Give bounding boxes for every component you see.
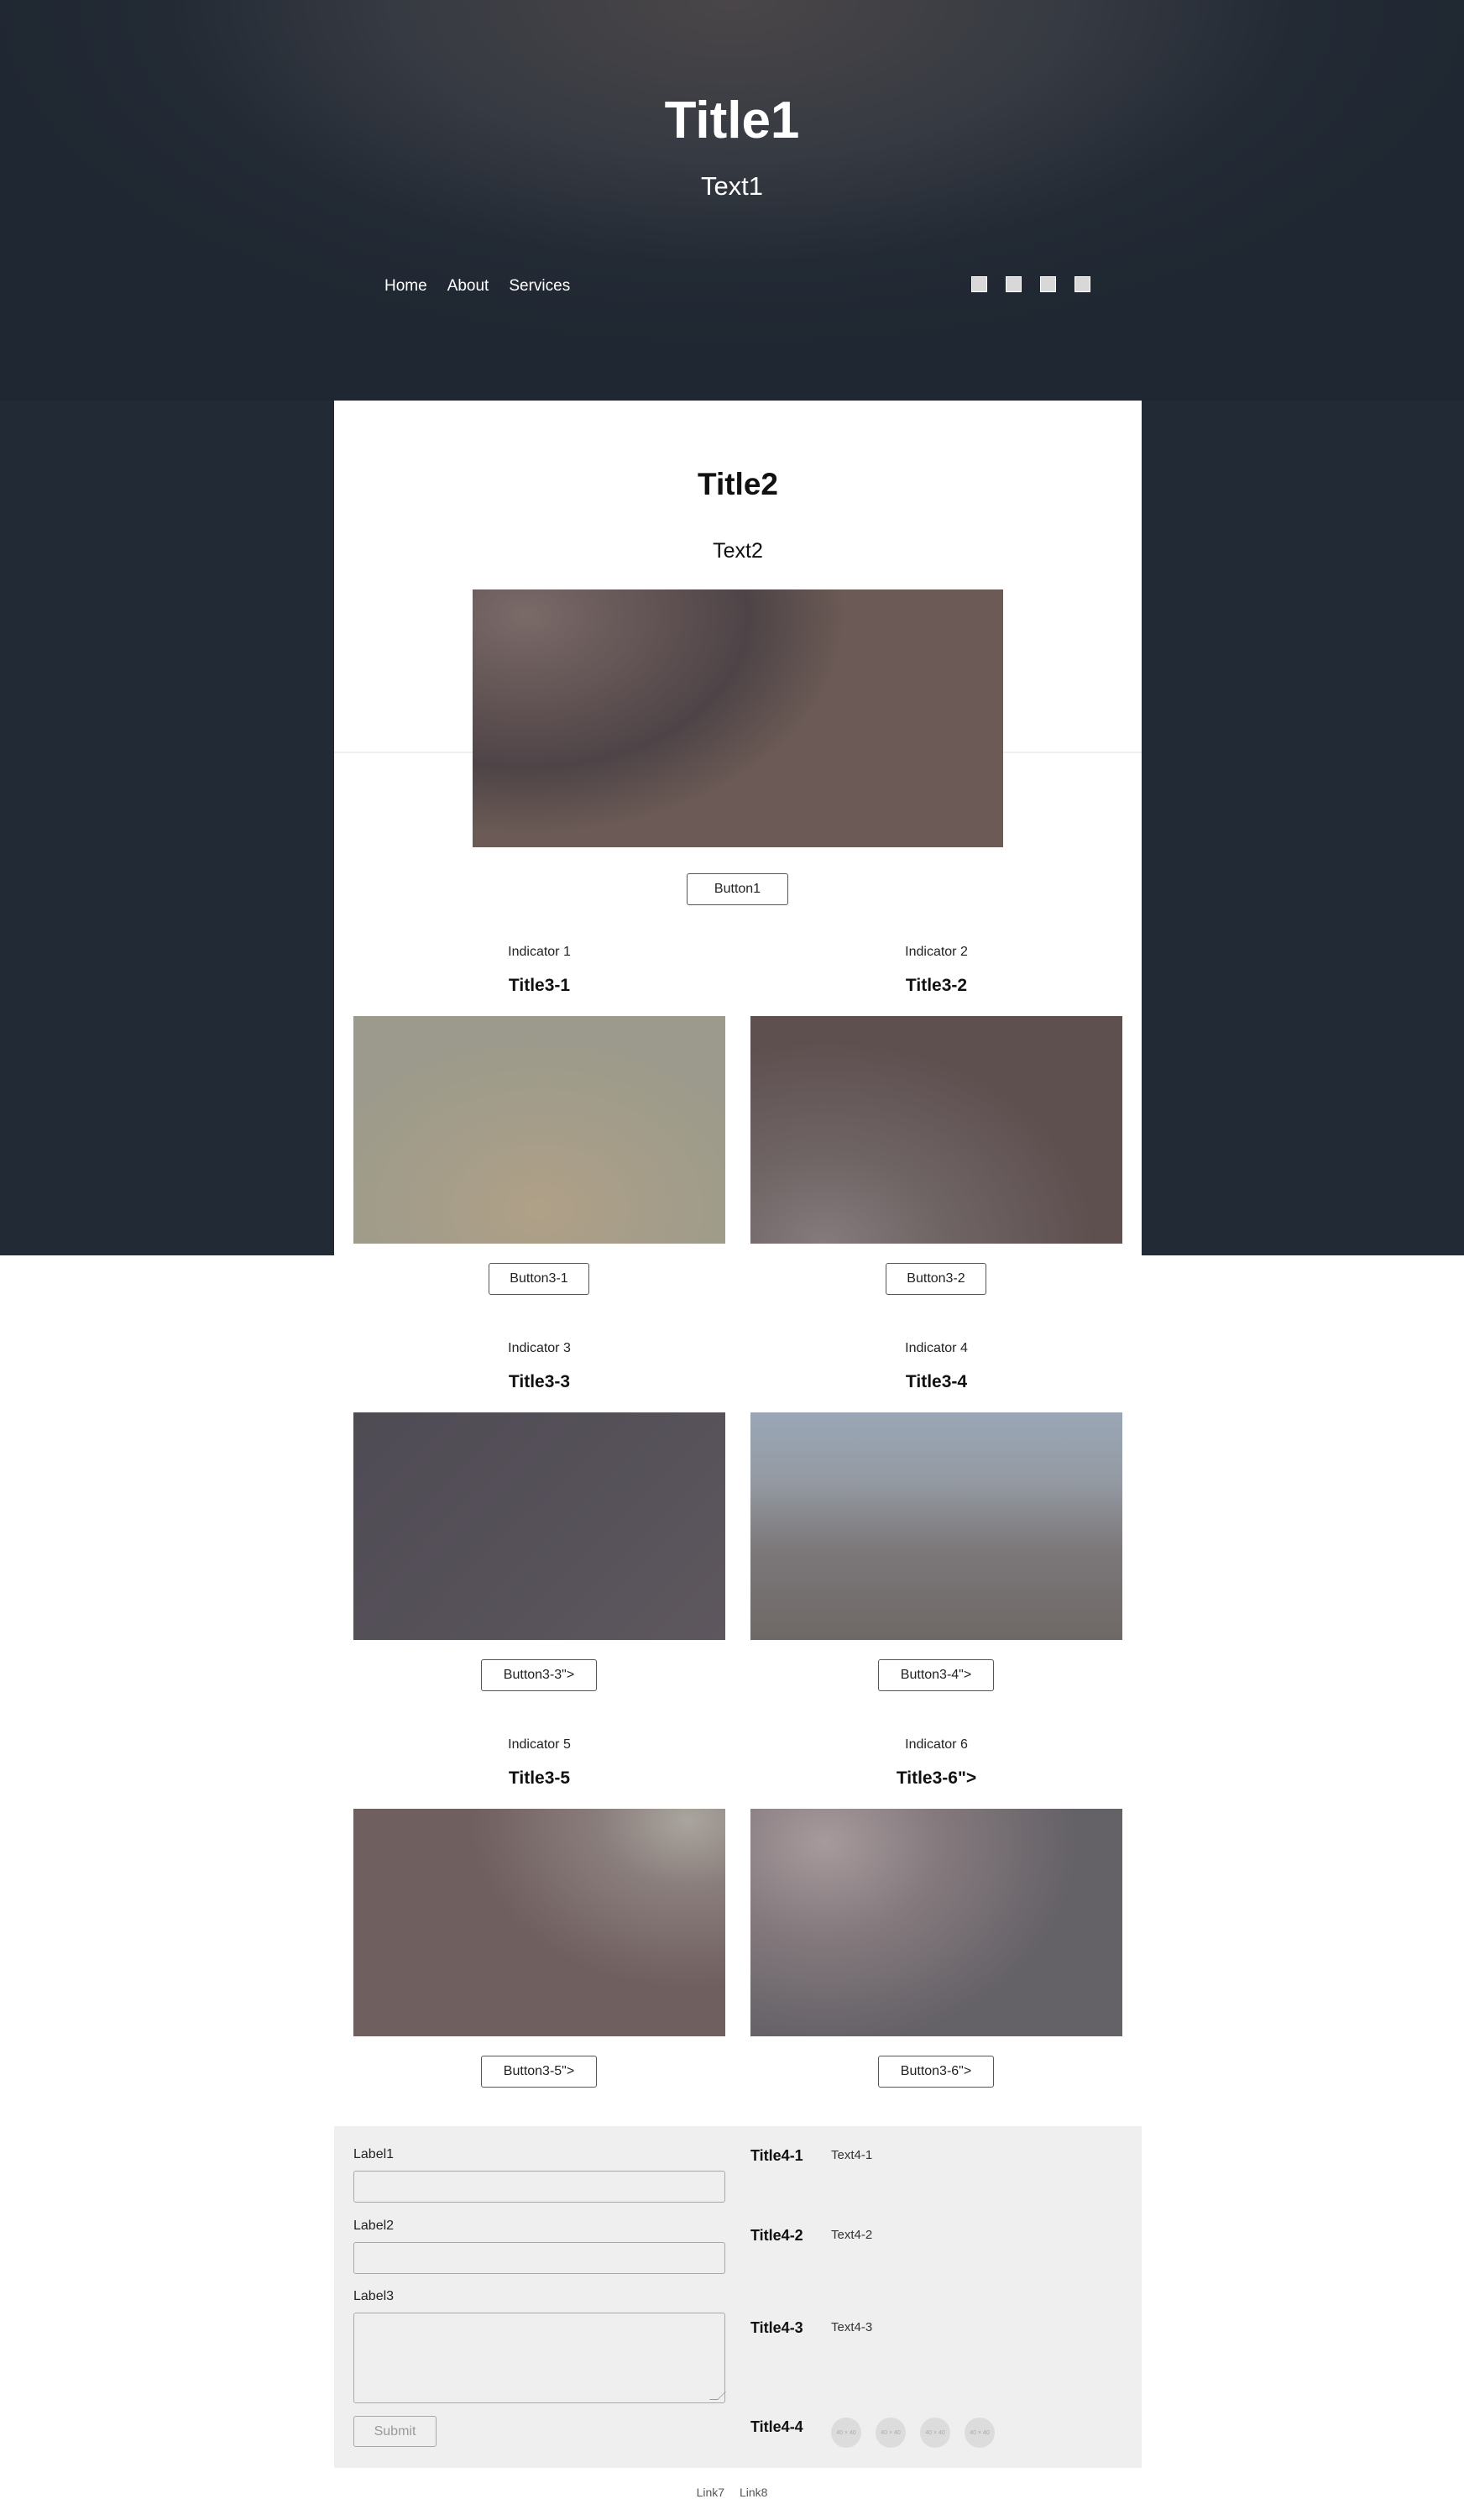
form-label: Label1 <box>353 2147 395 2161</box>
card-button[interactable]: Button3-4"> <box>878 1659 994 1691</box>
social-icon-1[interactable] <box>971 276 987 292</box>
info-text: Text4-1 <box>831 2148 873 2162</box>
avatar-placeholder[interactable]: 40 × 40 <box>965 2418 995 2448</box>
info-text: Text4-2 <box>831 2228 873 2242</box>
badge-row: 40 × 40 40 × 40 40 × 40 40 × 40 <box>831 2418 995 2448</box>
card-indicator: Indicator 5 <box>508 1737 571 1752</box>
card-title: Title3-1 <box>508 976 571 995</box>
card-button[interactable]: Button3-1 <box>489 1263 589 1295</box>
hero-title: Title1 <box>664 92 800 149</box>
card-button[interactable]: Button3-3"> <box>481 1659 597 1691</box>
footer-link-7[interactable]: Link7 <box>697 2486 724 2499</box>
card-indicator: Indicator 3 <box>508 1341 571 1355</box>
hero-text: Text1 <box>700 171 764 201</box>
input-field-2[interactable] <box>353 2242 725 2274</box>
textarea-field[interactable] <box>353 2313 726 2403</box>
card-image <box>353 1809 725 2036</box>
card-title: Title3-4 <box>905 1372 968 1391</box>
info-title: Title4-3 <box>750 2319 803 2336</box>
social-links <box>971 276 1090 292</box>
nav-services[interactable]: Services <box>509 277 570 296</box>
card-image <box>750 1016 1122 1244</box>
form-label: Label3 <box>353 2289 395 2303</box>
resize-handle-icon[interactable] <box>709 2392 726 2400</box>
submit-button[interactable]: Submit <box>353 2416 437 2447</box>
info-title: Title4-2 <box>750 2227 803 2244</box>
card-title: Title3-6"> <box>896 1768 977 1788</box>
card-indicator: Indicator 1 <box>508 945 571 959</box>
section-title: Title2 <box>698 467 778 501</box>
avatar-placeholder[interactable]: 40 × 40 <box>831 2418 861 2448</box>
info-title: Title4-1 <box>750 2147 803 2164</box>
card-image <box>750 1809 1122 2036</box>
info-title: Title4-4 <box>750 2418 803 2435</box>
card-button[interactable]: Button3-5"> <box>481 2056 597 2088</box>
avatar-placeholder[interactable]: 40 × 40 <box>920 2418 950 2448</box>
social-icon-2[interactable] <box>1006 276 1022 292</box>
info-text: Text4-3 <box>831 2320 873 2334</box>
card-image <box>353 1412 725 1640</box>
social-icon-3[interactable] <box>1040 276 1056 292</box>
card-button[interactable]: Button3-6"> <box>878 2056 994 2088</box>
nav-home[interactable]: Home <box>384 277 427 296</box>
input-field-1[interactable] <box>353 2171 725 2203</box>
main-image <box>473 589 1003 847</box>
avatar-placeholder[interactable]: 40 × 40 <box>876 2418 906 2448</box>
primary-button[interactable]: Button1 <box>687 873 788 905</box>
nav-about[interactable]: About <box>447 277 489 296</box>
card-title: Title3-5 <box>508 1768 571 1788</box>
footer-link-8[interactable]: Link8 <box>740 2486 767 2499</box>
card-title: Title3-2 <box>905 976 968 995</box>
card-title: Title3-3 <box>508 1372 571 1391</box>
card-indicator: Indicator 6 <box>905 1737 968 1752</box>
card-button[interactable]: Button3-2 <box>886 1263 986 1295</box>
card-indicator: Indicator 4 <box>905 1341 968 1355</box>
footer: Link7 Link8 <box>0 2486 1464 2499</box>
section-text: Text2 <box>713 539 763 563</box>
card-indicator: Indicator 2 <box>905 945 968 959</box>
main-nav: Home About Services <box>384 277 570 296</box>
social-icon-4[interactable] <box>1074 276 1090 292</box>
card-image <box>750 1412 1122 1640</box>
card-image <box>353 1016 725 1244</box>
form-label: Label2 <box>353 2219 395 2233</box>
